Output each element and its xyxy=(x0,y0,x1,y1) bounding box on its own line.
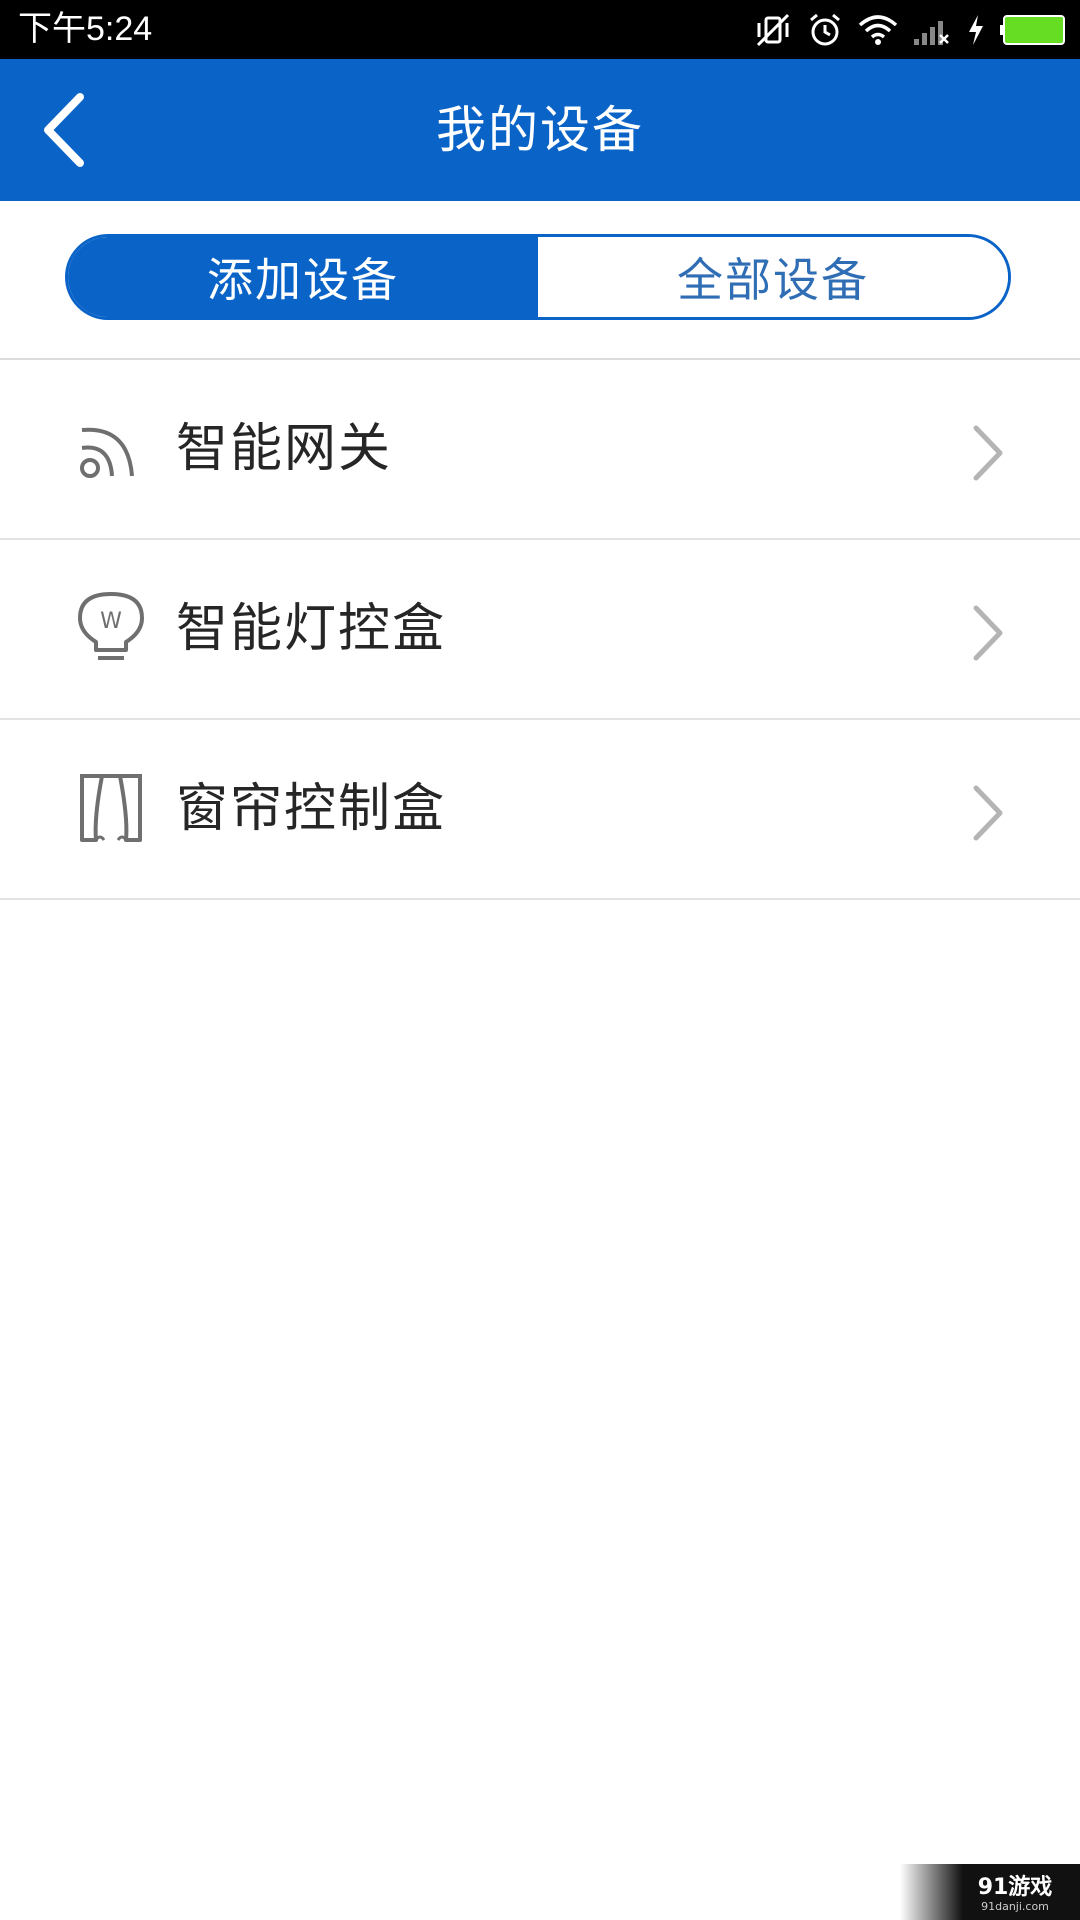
watermark-logo: 91游戏 91danji.com xyxy=(978,1874,1053,1913)
list-item-label: 智能网关 xyxy=(176,419,393,479)
svg-text:W: W xyxy=(100,609,122,634)
vibrate-off-icon xyxy=(754,11,792,49)
list-item-curtain-box[interactable]: 窗帘控制盒 xyxy=(0,720,1080,900)
chevron-right-icon xyxy=(973,785,1003,841)
status-time: 下午5:24 xyxy=(18,10,153,48)
battery-icon xyxy=(1000,14,1066,46)
lightbulb-icon: W xyxy=(78,592,144,660)
status-bar: 下午5:24 xyxy=(0,0,1080,59)
segmented-control: 添加设备 全部设备 xyxy=(65,234,1011,320)
device-list: 智能网关 W 智能灯控盒 窗帘控制盒 xyxy=(0,360,1080,900)
chevron-right-icon xyxy=(973,605,1003,661)
svg-text:91danji.com: 91danji.com xyxy=(981,1900,1049,1913)
gateway-signal-icon xyxy=(80,427,134,478)
watermark: 91游戏 91danji.com xyxy=(900,1864,1080,1920)
page-title: 我的设备 xyxy=(436,101,644,159)
list-item-label: 窗帘控制盒 xyxy=(176,779,447,839)
svg-text:91游戏: 91游戏 xyxy=(978,1874,1053,1900)
curtain-icon xyxy=(80,774,142,842)
charging-icon xyxy=(966,13,986,47)
alarm-icon xyxy=(806,11,844,49)
signal-icon xyxy=(912,13,952,47)
chevron-right-icon xyxy=(973,425,1003,481)
list-item-label: 智能灯控盒 xyxy=(176,599,447,659)
status-icons xyxy=(754,8,1066,52)
app-screen: 下午5:24 我的设备 添加设备 全部设备 智能网关 W 智能灯控盒 窗帘控制盒… xyxy=(0,0,1080,1920)
tab-all-devices[interactable]: 全部设备 xyxy=(538,237,1008,317)
list-item-smart-gateway[interactable]: 智能网关 xyxy=(0,360,1080,540)
segment-area: 添加设备 全部设备 xyxy=(0,201,1080,360)
app-header: 我的设备 xyxy=(0,59,1080,201)
list-item-smart-light-box[interactable]: W 智能灯控盒 xyxy=(0,540,1080,720)
wifi-icon xyxy=(858,13,898,47)
tab-add-device[interactable]: 添加设备 xyxy=(68,237,538,317)
